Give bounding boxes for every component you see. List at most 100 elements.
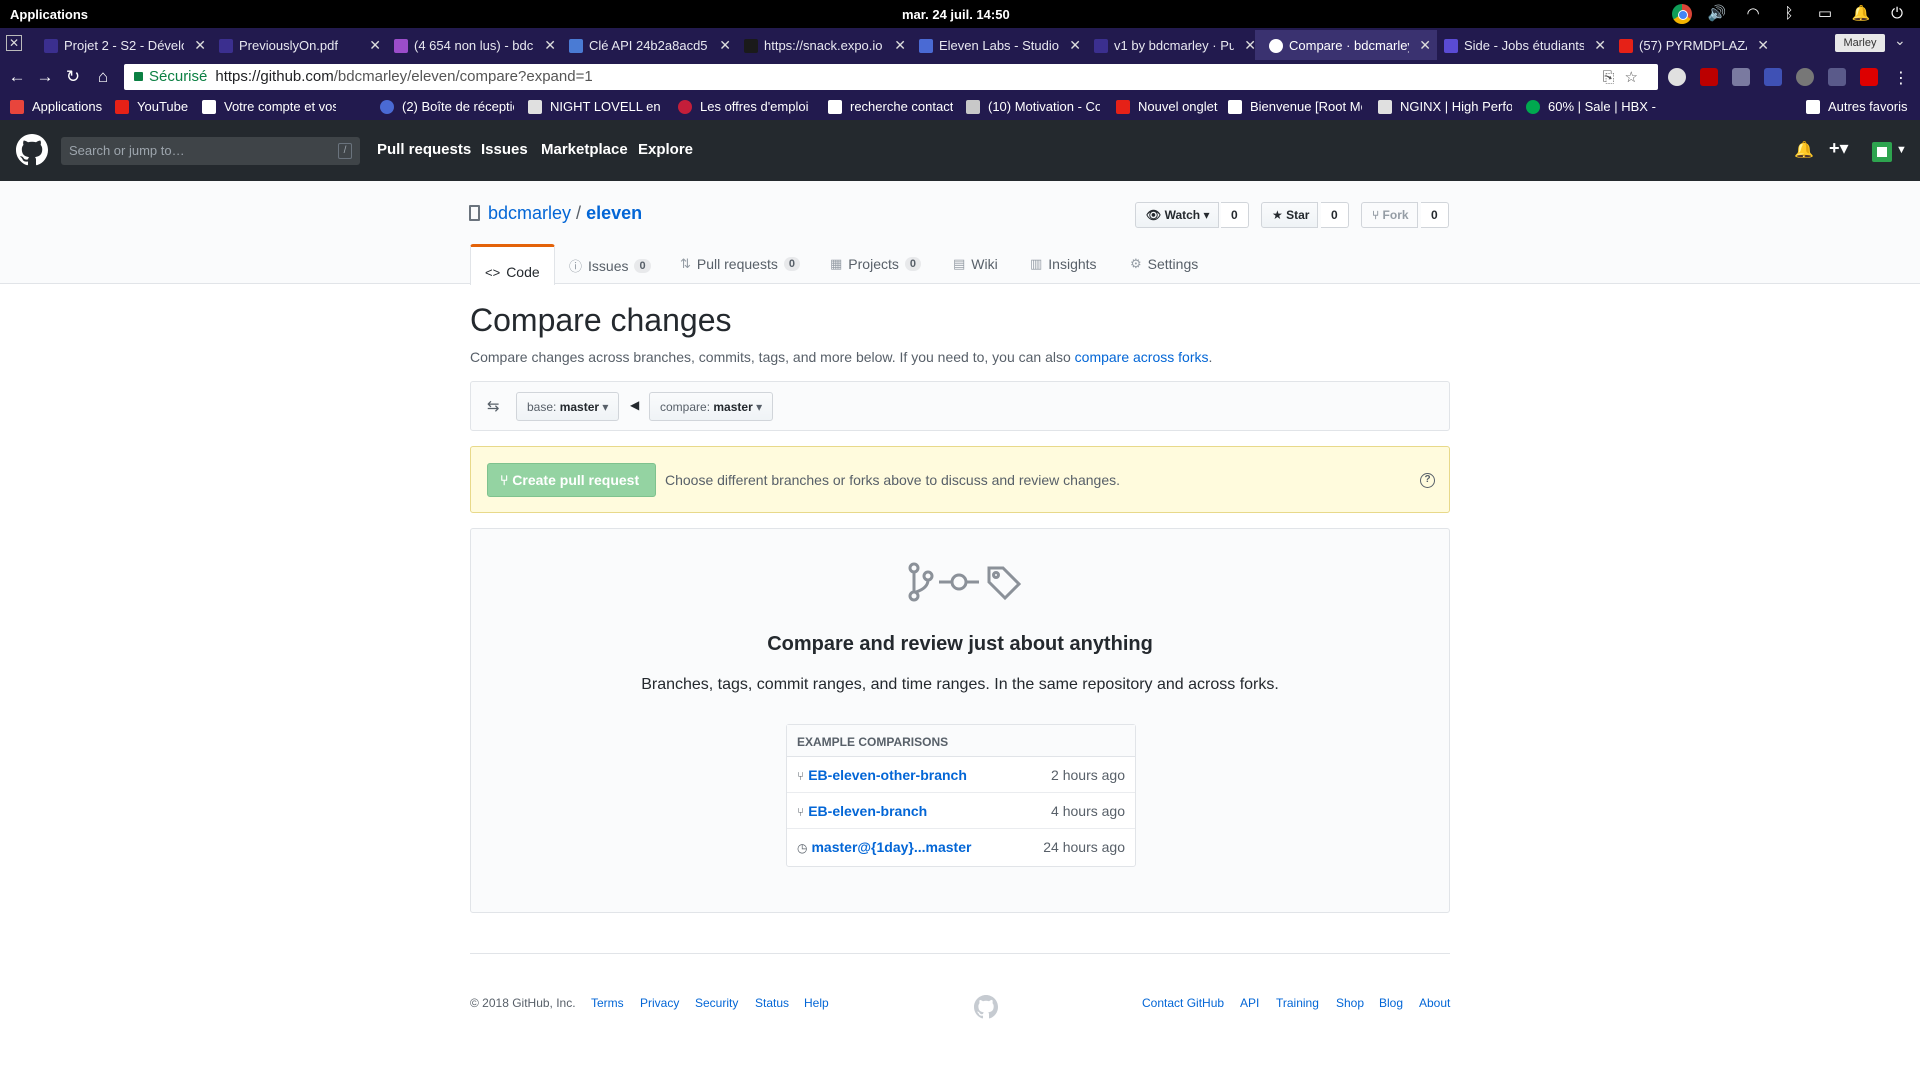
volume-icon[interactable]: 🔊	[1706, 3, 1728, 25]
browser-tab[interactable]: Eleven Labs - Studio ✕	[905, 30, 1087, 60]
footer-link-about[interactable]: About	[1419, 996, 1450, 1010]
bookmark-item[interactable]: 60% | Sale | HBX -	[1526, 99, 1660, 114]
footer-link-training[interactable]: Training	[1276, 996, 1319, 1010]
wifi-icon[interactable]: ◠	[1742, 3, 1764, 25]
power-icon[interactable]: ⏻	[1886, 3, 1908, 25]
profile-button[interactable]: Marley	[1835, 34, 1885, 52]
forward-icon[interactable]: →	[34, 66, 56, 88]
bookmark-item[interactable]: Autres favoris	[1806, 99, 1907, 114]
tab-insights[interactable]: ▥ Insights	[1030, 256, 1097, 272]
extension-icon[interactable]	[1668, 68, 1686, 86]
footer-link-blog[interactable]: Blog	[1379, 996, 1403, 1010]
bookmark-item[interactable]: recherche contact	[828, 99, 953, 114]
extension-icon[interactable]	[1796, 68, 1814, 86]
ublock-icon[interactable]	[1700, 68, 1718, 86]
translate-icon[interactable]: ⎘	[1603, 69, 1625, 86]
footer-link-shop[interactable]: Shop	[1336, 996, 1364, 1010]
home-icon[interactable]: ⌂	[92, 66, 114, 88]
example-link[interactable]: EB-eleven-other-branch	[808, 767, 967, 783]
browser-tab[interactable]: https://snack.expo.io ✕	[730, 30, 912, 60]
reload-icon[interactable]: ↻	[62, 66, 84, 88]
watch-button[interactable]: 👁 Watch ▾	[1135, 202, 1219, 228]
bookmark-item[interactable]: YouTube	[115, 99, 188, 114]
base-branch-select[interactable]: base: master ▾	[516, 392, 620, 421]
browser-tab[interactable]: Clé API 24b2a8acd5 ✕	[555, 30, 737, 60]
github-logo-icon[interactable]	[16, 134, 48, 166]
repo-owner-link[interactable]: bdcmarley	[488, 203, 571, 223]
repo-name-link[interactable]: eleven	[586, 203, 642, 223]
browser-tab-active[interactable]: Compare · bdcmarley ✕	[1255, 30, 1437, 60]
os-applications-menu[interactable]: Applications	[10, 7, 88, 22]
tab-issues[interactable]: ⓘ Issues 0	[569, 256, 651, 275]
notification-bell-icon[interactable]: 🔔	[1850, 3, 1872, 25]
footer-link-status[interactable]: Status	[755, 996, 789, 1010]
footer-link-privacy[interactable]: Privacy	[640, 996, 679, 1010]
browser-tab[interactable]: PreviouslyOn.pdf ✕	[205, 30, 387, 60]
list-item[interactable]: ⑂ EB-eleven-branch 4 hours ago	[787, 793, 1135, 829]
github-mark-icon[interactable]	[974, 995, 998, 1019]
list-item[interactable]: ⑂ EB-eleven-other-branch 2 hours ago	[787, 757, 1135, 793]
example-link[interactable]: master@{1day}...master	[811, 839, 971, 855]
bookmark-item[interactable]: Applications	[10, 99, 102, 114]
notification-bell-icon[interactable]: 🔔	[1794, 140, 1814, 160]
footer-link-terms[interactable]: Terms	[591, 996, 624, 1010]
bookmark-item[interactable]: (2) Boîte de réceptio	[380, 99, 514, 114]
chrome-icon[interactable]	[1672, 4, 1692, 24]
tab-projects[interactable]: ▦ Projects 0	[830, 256, 921, 272]
list-item[interactable]: ◷ master@{1day}...master 24 hours ago	[787, 829, 1135, 865]
extension-icon[interactable]	[1732, 68, 1750, 86]
close-window-icon[interactable]: ✕	[6, 35, 22, 51]
chevron-down-icon[interactable]: ▼	[1896, 144, 1907, 156]
chevron-down-icon[interactable]: ⌄	[1894, 32, 1906, 49]
address-bar[interactable]: Sécurisé https://github.com/bdcmarley/ele…	[124, 64, 1658, 90]
browser-tab[interactable]: Side - Jobs étudiants ✕	[1430, 30, 1612, 60]
extension-icon[interactable]	[1860, 68, 1878, 86]
create-new-icon[interactable]: +▾	[1829, 138, 1849, 159]
search-input[interactable]: Search or jump to… /	[61, 137, 360, 165]
footer-link-contact[interactable]: Contact GitHub	[1142, 996, 1224, 1010]
extension-icon[interactable]	[1764, 68, 1782, 86]
os-clock[interactable]: mar. 24 juil. 14:50	[902, 7, 1010, 22]
footer-link-security[interactable]: Security	[695, 996, 738, 1010]
fork-button[interactable]: ⑂ Fork	[1361, 202, 1418, 228]
bookmark-star-icon[interactable]: ☆	[1625, 69, 1648, 86]
fork-count[interactable]: 0	[1421, 202, 1449, 228]
bookmark-item[interactable]: NGINX | High Perfor	[1378, 99, 1512, 114]
browser-tab[interactable]: (4 654 non lus) - bdc ✕	[380, 30, 562, 60]
menu-kebab-icon[interactable]: ⋮	[1892, 68, 1910, 87]
nav-issues[interactable]: Issues	[481, 141, 528, 158]
question-icon[interactable]: ?	[1420, 473, 1435, 488]
footer-link-help[interactable]: Help	[804, 996, 829, 1010]
battery-icon[interactable]: ▭	[1814, 3, 1836, 25]
bookmark-item[interactable]: (10) Motivation - Co	[966, 99, 1100, 114]
star-button[interactable]: ★ Star	[1261, 202, 1319, 228]
bookmark-item[interactable]: Bienvenue [Root Me	[1228, 99, 1362, 114]
back-icon[interactable]: ←	[6, 66, 28, 88]
browser-tab[interactable]: (57) PYRMDPLAZA ✕	[1605, 30, 1775, 60]
tab-wiki[interactable]: ▤ Wiki	[953, 256, 998, 272]
tab-settings[interactable]: ⚙ Settings	[1130, 256, 1198, 272]
nav-pull-requests[interactable]: Pull requests	[377, 141, 471, 158]
nav-marketplace[interactable]: Marketplace	[541, 141, 628, 158]
bookmark-item[interactable]: Les offres d'emploi	[678, 99, 812, 114]
compare-across-forks-link[interactable]: compare across forks	[1075, 349, 1209, 365]
browser-tab[interactable]: Projet 2 - S2 - Dévelo ✕	[30, 30, 212, 60]
create-pull-request-button[interactable]: ⑂ Create pull request	[487, 463, 656, 497]
star-count[interactable]: 0	[1321, 202, 1349, 228]
watch-count[interactable]: 0	[1221, 202, 1249, 228]
git-compare-icon[interactable]: ⇆	[487, 397, 500, 415]
tab-close-icon[interactable]: ✕	[1757, 37, 1769, 54]
avatar[interactable]	[1872, 142, 1892, 162]
react-devtools-icon[interactable]	[1828, 68, 1846, 86]
tab-pull-requests[interactable]: ⇅ Pull requests 0	[680, 256, 800, 272]
browser-tab[interactable]: v1 by bdcmarley · Pu ✕	[1080, 30, 1262, 60]
bluetooth-icon[interactable]: ᛒ	[1778, 3, 1800, 25]
compare-branch-select[interactable]: compare: master ▾	[649, 392, 774, 421]
bookmark-item[interactable]: Nouvel onglet	[1116, 99, 1218, 114]
footer-link-api[interactable]: API	[1240, 996, 1259, 1010]
example-link[interactable]: EB-eleven-branch	[808, 803, 927, 819]
tab-code[interactable]: <> Code	[470, 244, 555, 285]
nav-explore[interactable]: Explore	[638, 141, 693, 158]
bookmark-item[interactable]: Votre compte et vos	[202, 99, 336, 114]
bookmark-item[interactable]: NIGHT LOVELL en co	[528, 99, 662, 114]
